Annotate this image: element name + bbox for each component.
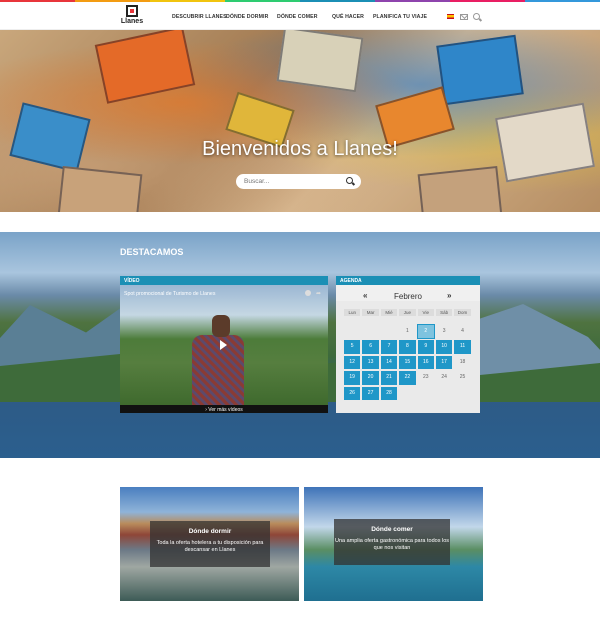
calendar-day: 3 xyxy=(434,323,454,339)
video-card: Vídeo Spot promocional de Turismo de Lla… xyxy=(120,276,328,413)
nav-donde-dormir[interactable]: Dónde dormir xyxy=(226,14,268,20)
nav-descubrir-llanes[interactable]: Descubrir Llanes xyxy=(172,14,227,20)
calendar-day[interactable]: 16 xyxy=(416,354,435,370)
calendar-day[interactable]: 10 xyxy=(434,339,454,355)
calendar-day: 4 xyxy=(453,323,472,339)
site-header: Llanes Descubrir Llanes Dónde dormir Dón… xyxy=(0,2,600,30)
hero-search-box xyxy=(236,174,361,189)
play-icon[interactable] xyxy=(220,340,227,350)
video-caption: Spot promocional de Turismo de Llanes xyxy=(124,291,216,297)
hero-search-input[interactable] xyxy=(244,176,339,187)
calendar-weekday: Dom xyxy=(453,308,472,317)
hero-cube-block xyxy=(276,30,364,93)
more-videos-label: Ver más vídeos xyxy=(208,406,243,413)
agenda-card: Agenda « Febrero » Lun Mar Mié Jue Vie Sáb Dom… xyxy=(336,276,480,413)
calendar-weekday: Sáb xyxy=(434,308,454,317)
agenda-tab: Agenda xyxy=(336,276,480,285)
card-label: Dónde dormir Toda la oferta hotelera a t… xyxy=(150,521,270,567)
calendar-weekday: Mié xyxy=(379,308,399,317)
hero-cube-block xyxy=(57,165,143,212)
nav-planifica-tu-viaje[interactable]: Planifica tu viaje xyxy=(373,14,427,20)
calendar-day: 1 xyxy=(398,323,417,339)
card-donde-comer[interactable]: Dónde comer Una amplia oferta gastronómi… xyxy=(304,487,483,601)
calendar-weekday: Jue xyxy=(398,308,417,317)
calendar-day[interactable]: 20 xyxy=(361,370,380,386)
calendar-empty-cell xyxy=(434,385,454,401)
more-videos-link[interactable]: › Ver más vídeos xyxy=(120,405,328,413)
search-icon[interactable] xyxy=(473,13,480,20)
calendar-empty-cell xyxy=(398,385,417,401)
video-tab: Vídeo xyxy=(120,276,328,285)
calendar-empty-cell xyxy=(343,323,362,339)
calendar-empty-cell xyxy=(416,385,435,401)
featured-section: Destacamos Vídeo Spot promocional de Tur… xyxy=(0,232,600,458)
video-person xyxy=(192,335,244,405)
calendar-empty-cell xyxy=(379,323,399,339)
calendar-weekday: Lun xyxy=(343,308,362,317)
calendar-day[interactable]: 2 xyxy=(416,323,435,339)
calendar-day[interactable]: 15 xyxy=(398,354,417,370)
calendar-day[interactable]: 8 xyxy=(398,339,417,355)
hero-search-icon[interactable] xyxy=(346,177,353,184)
calendar-day[interactable]: 27 xyxy=(361,385,380,401)
calendar-day[interactable]: 11 xyxy=(453,339,472,355)
calendar-day[interactable]: 19 xyxy=(343,370,362,386)
calendar-day: 25 xyxy=(453,370,472,386)
calendar-day[interactable]: 9 xyxy=(416,339,435,355)
hero-cube-block xyxy=(417,165,503,212)
card-description: Una amplia oferta gastronómica para todo… xyxy=(334,538,450,551)
hero-cube-block xyxy=(436,34,524,106)
calendar-empty-cell xyxy=(453,385,472,401)
card-label: Dónde comer Una amplia oferta gastronómi… xyxy=(334,519,450,565)
card-title: Dónde dormir xyxy=(188,528,232,535)
calendar-day: 24 xyxy=(434,370,454,386)
calendar-grid: Lun Mar Mié Jue Vie Sáb Dom 1 2 3 4 5 6 7 8 9 10 11 12 13 14… xyxy=(343,308,472,401)
calendar-day[interactable]: 13 xyxy=(361,354,380,370)
logo-text: Llanes xyxy=(120,18,144,25)
logo-cube-icon xyxy=(126,5,138,17)
card-description: Toda la oferta hotelera a tu disposición… xyxy=(156,540,264,553)
card-donde-dormir[interactable]: Dónde dormir Toda la oferta hotelera a t… xyxy=(120,487,299,601)
share-icon[interactable]: ➦ xyxy=(316,290,321,297)
hero-title: Bienvenidos a Llanes! xyxy=(202,138,398,160)
calendar-next-button[interactable]: » xyxy=(447,291,451,300)
calendar-month: Febrero xyxy=(393,292,422,301)
calendar-weekday: Mar xyxy=(361,308,380,317)
chevron-right-icon: › xyxy=(205,406,207,413)
calendar-day[interactable]: 14 xyxy=(379,354,399,370)
mail-icon[interactable] xyxy=(460,14,468,20)
calendar-empty-cell xyxy=(361,323,380,339)
nav-donde-comer[interactable]: Dónde comer xyxy=(277,14,318,20)
calendar-day[interactable]: 26 xyxy=(343,385,362,401)
calendar-day[interactable]: 21 xyxy=(379,370,399,386)
calendar-weekday: Vie xyxy=(416,308,435,317)
video-person-head xyxy=(212,315,230,337)
calendar-day[interactable]: 17 xyxy=(434,354,454,370)
nav-que-hacer[interactable]: Qué hacer xyxy=(332,14,364,20)
calendar-day[interactable]: 5 xyxy=(343,339,362,355)
logo[interactable]: Llanes xyxy=(118,5,146,29)
hero-banner: Bienvenidos a Llanes! xyxy=(0,30,600,212)
hero-cube-block xyxy=(94,30,196,104)
calendar-day: 23 xyxy=(416,370,435,386)
spanish-flag-icon[interactable] xyxy=(447,14,454,19)
calendar-day[interactable]: 7 xyxy=(379,339,399,355)
calendar-day[interactable]: 12 xyxy=(343,354,362,370)
video-player[interactable]: Spot promocional de Turismo de Llanes ➦ xyxy=(120,285,328,405)
calendar-day[interactable]: 6 xyxy=(361,339,380,355)
featured-title: Destacamos xyxy=(120,247,184,257)
calendar-day[interactable]: 22 xyxy=(398,370,417,386)
calendar-day[interactable]: 28 xyxy=(379,385,399,401)
card-title: Dónde comer xyxy=(371,526,413,533)
watch-later-icon[interactable] xyxy=(305,290,311,296)
calendar-day: 18 xyxy=(453,354,472,370)
